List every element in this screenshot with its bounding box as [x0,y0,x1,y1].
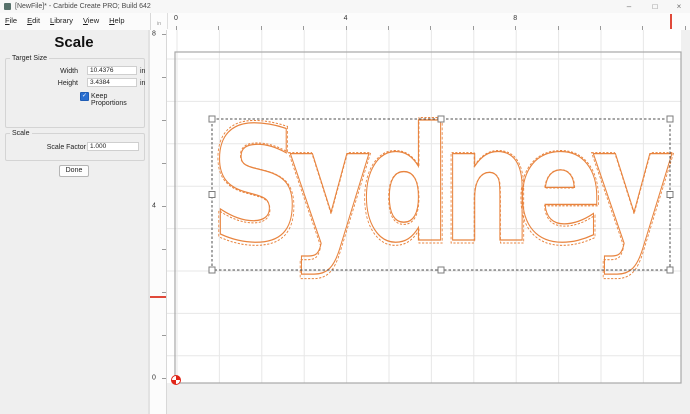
origin-marker [172,376,181,385]
ruler-tick [162,206,166,207]
target-size-group-label: Target Size [10,55,49,62]
ruler-unit-label: in [151,13,168,29]
ruler-label: 0 [152,374,156,381]
selection-handle[interactable] [209,116,215,122]
ruler-tick [162,163,166,164]
ruler-cursor-marker-y [150,296,166,298]
app-window: [NewFile]* - Carbide Create PRO; Build 6… [0,0,690,414]
height-unit-label: in [140,80,145,87]
height-label: Height [58,80,78,87]
ruler-label: 0 [174,15,178,22]
done-button[interactable]: Done [59,165,89,177]
ruler-tick [162,292,166,293]
ruler-tick [162,335,166,336]
target-size-group: Target Size Width in Height in Keep Prop… [5,58,145,128]
ruler-label: 8 [513,15,517,22]
titlebar: [NewFile]* - Carbide Create PRO; Build 6… [0,0,690,14]
menu-edit[interactable]: Edit [22,13,45,25]
ruler-label: 4 [152,202,156,209]
menu-library[interactable]: Library [45,13,78,25]
scale-panel: Scale Target Size Width in Height in Kee… [0,30,150,414]
selection-handle[interactable] [438,116,444,122]
selection-handle[interactable] [667,267,673,273]
keep-proportions-label: Keep Proportions [91,93,144,107]
height-input[interactable] [87,78,137,87]
design-canvas[interactable]: SSyyddnneeyy [167,30,690,414]
selection-handle[interactable] [438,267,444,273]
ruler-label: 4 [344,15,348,22]
horizontal-ruler: in 0 4 8 [150,13,690,31]
ruler-tick [162,378,166,379]
vertical-ruler: 0 4 8 [150,30,167,414]
vector-letter-y: y [592,93,674,277]
ruler-tick [162,120,166,121]
panel-title: Scale [0,34,148,51]
width-label: Width [60,68,78,75]
width-input[interactable] [87,66,137,75]
maximize-button[interactable]: □ [646,1,664,12]
selection-handle[interactable] [667,116,673,122]
ruler-tick [162,249,166,250]
window-title: [NewFile]* - Carbide Create PRO; Build 6… [15,3,151,10]
app-icon [4,3,11,10]
close-button[interactable]: × [670,1,688,12]
menu-file[interactable]: File [0,13,22,25]
menubar: FileEditLibraryViewHelp [0,13,150,30]
ruler-tick [162,34,166,35]
scale-factor-input[interactable] [87,142,139,151]
keep-proportions-checkbox[interactable] [80,92,89,101]
selection-handle[interactable] [209,192,215,198]
menu-view[interactable]: View [78,13,104,25]
scale-group: Scale Scale Factor [5,133,145,161]
ruler-label: 8 [152,31,156,38]
minimize-button[interactable]: – [620,1,638,12]
width-unit-label: in [140,68,145,75]
scale-factor-label: Scale Factor [47,144,86,151]
selection-handle[interactable] [667,192,673,198]
ruler-cursor-marker-x [670,14,672,29]
menu-help[interactable]: Help [104,13,129,25]
selection-handle[interactable] [209,267,215,273]
ruler-tick [162,77,166,78]
scale-group-label: Scale [10,130,32,137]
